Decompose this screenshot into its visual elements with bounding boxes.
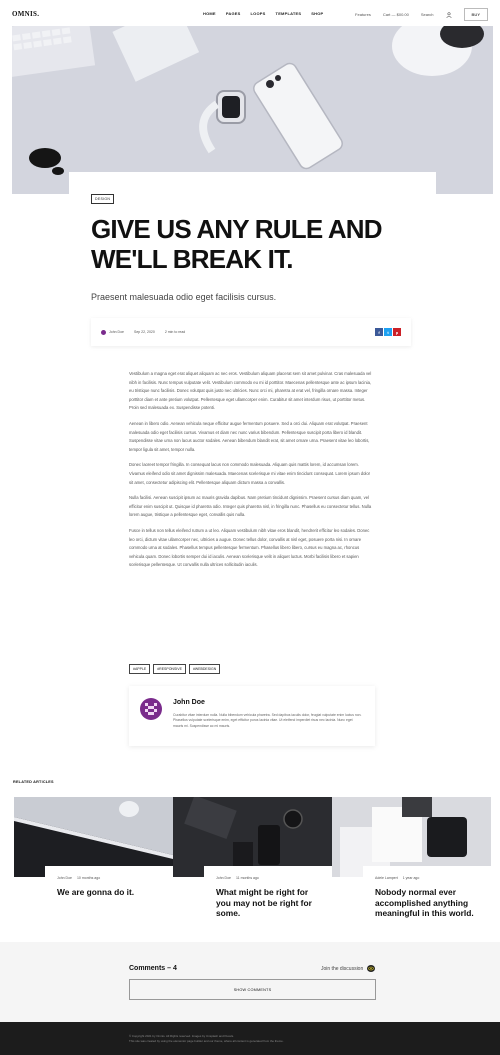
related-article-card: John Doe 10 months ago We are gonna do it…	[45, 866, 173, 937]
related-author[interactable]: John Doe	[57, 876, 72, 880]
search-link[interactable]: Search	[421, 12, 434, 17]
content-card-top	[69, 172, 436, 202]
paragraph: Nulla facilisi. Aenean suscipit ipsum ac…	[129, 495, 372, 518]
author-name[interactable]: John Doe	[173, 699, 205, 706]
meta-date: Sep 22, 2020	[133, 330, 155, 334]
share-buttons: f t p	[375, 328, 401, 336]
related-time: 10 months ago	[76, 876, 101, 880]
related-title[interactable]: We are gonna do it.	[57, 887, 161, 898]
related-article-image[interactable]	[173, 797, 332, 877]
facebook-share-icon[interactable]: f	[375, 328, 383, 336]
tag-responsive[interactable]: #RESPONSIVE	[153, 664, 186, 674]
join-discussion[interactable]: Join the discussion	[321, 965, 376, 972]
post-title: GIVE US ANY RULE AND WE'LL BREAK IT.	[91, 214, 383, 274]
category-badge[interactable]: DESIGN	[91, 194, 115, 204]
related-article-image[interactable]	[14, 797, 173, 877]
tag-apple[interactable]: #APPLE	[129, 664, 151, 674]
user-icon[interactable]	[445, 11, 452, 18]
related-time: 11 months ago	[235, 876, 259, 880]
post-tags: #APPLE #RESPONSIVE #WEBDESIGN	[129, 664, 221, 674]
buy-button[interactable]: BUY	[463, 8, 488, 21]
nav-pages[interactable]: PAGES	[226, 11, 241, 16]
post-meta-bar: John Doe Sep 22, 2020 2 min to read f t …	[91, 318, 411, 346]
related-author[interactable]: John Doe	[216, 876, 231, 880]
join-discussion-label[interactable]: Join the discussion	[321, 966, 363, 972]
related-article[interactable]: John Doe 10 months ago We are gonna do it…	[14, 797, 173, 937]
site-logo[interactable]: OMNIS.	[12, 10, 39, 18]
post-body: Vestibulum a magna eget erat aliquet ali…	[129, 370, 375, 577]
footer-note: This site was created by using the eleme…	[129, 1039, 284, 1043]
paragraph: Fusce in tellus non tellus eleifend rutr…	[129, 527, 370, 568]
related-article[interactable]: Adele Lampert 1 year ago Nobody normal ev…	[332, 797, 491, 937]
related-articles-label: RELATED ARTICLES	[13, 780, 54, 784]
author-avatar[interactable]	[140, 698, 162, 720]
nav-loops[interactable]: LOOPS	[251, 11, 266, 16]
paragraph: Donec laoreet tempor fringilla. In conse…	[129, 462, 371, 485]
related-article[interactable]: John Doe 11 months ago What might be righ…	[173, 797, 332, 937]
paragraph: Aenean in libero odio. Aenean vehicula n…	[129, 420, 370, 452]
features-link[interactable]: Features	[355, 12, 371, 17]
author-avatar-small[interactable]	[101, 329, 106, 335]
comments-count: Comments – 4	[129, 965, 177, 972]
twitter-share-icon[interactable]: t	[384, 328, 392, 336]
hero-image	[12, 26, 493, 194]
main-nav: HOME PAGES LOOPS TEMPLATES SHOP	[203, 11, 323, 16]
paragraph: Vestibulum a magna eget erat aliquet ali…	[129, 371, 372, 411]
related-article-image[interactable]	[332, 797, 491, 877]
footer-copyright: © Copyright 2021 by Omnis. All Rights re…	[129, 1034, 234, 1038]
related-articles: John Doe 10 months ago We are gonna do it…	[14, 797, 491, 937]
related-article-card: Adele Lampert 1 year ago Nobody normal ev…	[363, 866, 491, 937]
site-header: OMNIS. HOME PAGES LOOPS TEMPLATES SHOP F…	[0, 0, 500, 27]
author-box: John Doe Curabitur vitae interdum nulla.…	[129, 686, 375, 746]
comments-section: Comments – 4 Join the discussion SHOW CO…	[0, 942, 500, 1022]
related-title[interactable]: What might be right for you may not be r…	[216, 887, 320, 919]
tag-webdesign[interactable]: #WEBDESIGN	[188, 664, 221, 674]
related-time: 1 year ago	[402, 876, 420, 880]
nav-home[interactable]: HOME	[203, 11, 216, 16]
post-subtitle: Praesent malesuada odio eget facilisis c…	[91, 292, 277, 302]
cart-link[interactable]: Cart — $00.00	[383, 12, 409, 17]
author-bio: Curabitur vitae interdum nulla. Nulla bi…	[173, 713, 362, 728]
eye-icon[interactable]	[367, 965, 376, 972]
nav-shop[interactable]: SHOP	[311, 11, 323, 16]
header-actions: Features Cart — $00.00 Search BUY	[355, 8, 488, 21]
show-comments-button[interactable]: SHOW COMMENTS	[129, 979, 376, 1000]
related-title[interactable]: Nobody normal ever accomplished anything…	[375, 887, 479, 919]
nav-templates[interactable]: TEMPLATES	[276, 11, 302, 16]
related-author[interactable]: Adele Lampert	[375, 876, 398, 880]
related-article-card: John Doe 11 months ago What might be righ…	[204, 866, 332, 937]
meta-read-time: 2 min to read	[164, 330, 186, 334]
meta-author[interactable]: John Doe	[109, 330, 124, 334]
pinterest-share-icon[interactable]: p	[393, 328, 401, 336]
site-footer: © Copyright 2021 by Omnis. All Rights re…	[0, 1022, 500, 1055]
